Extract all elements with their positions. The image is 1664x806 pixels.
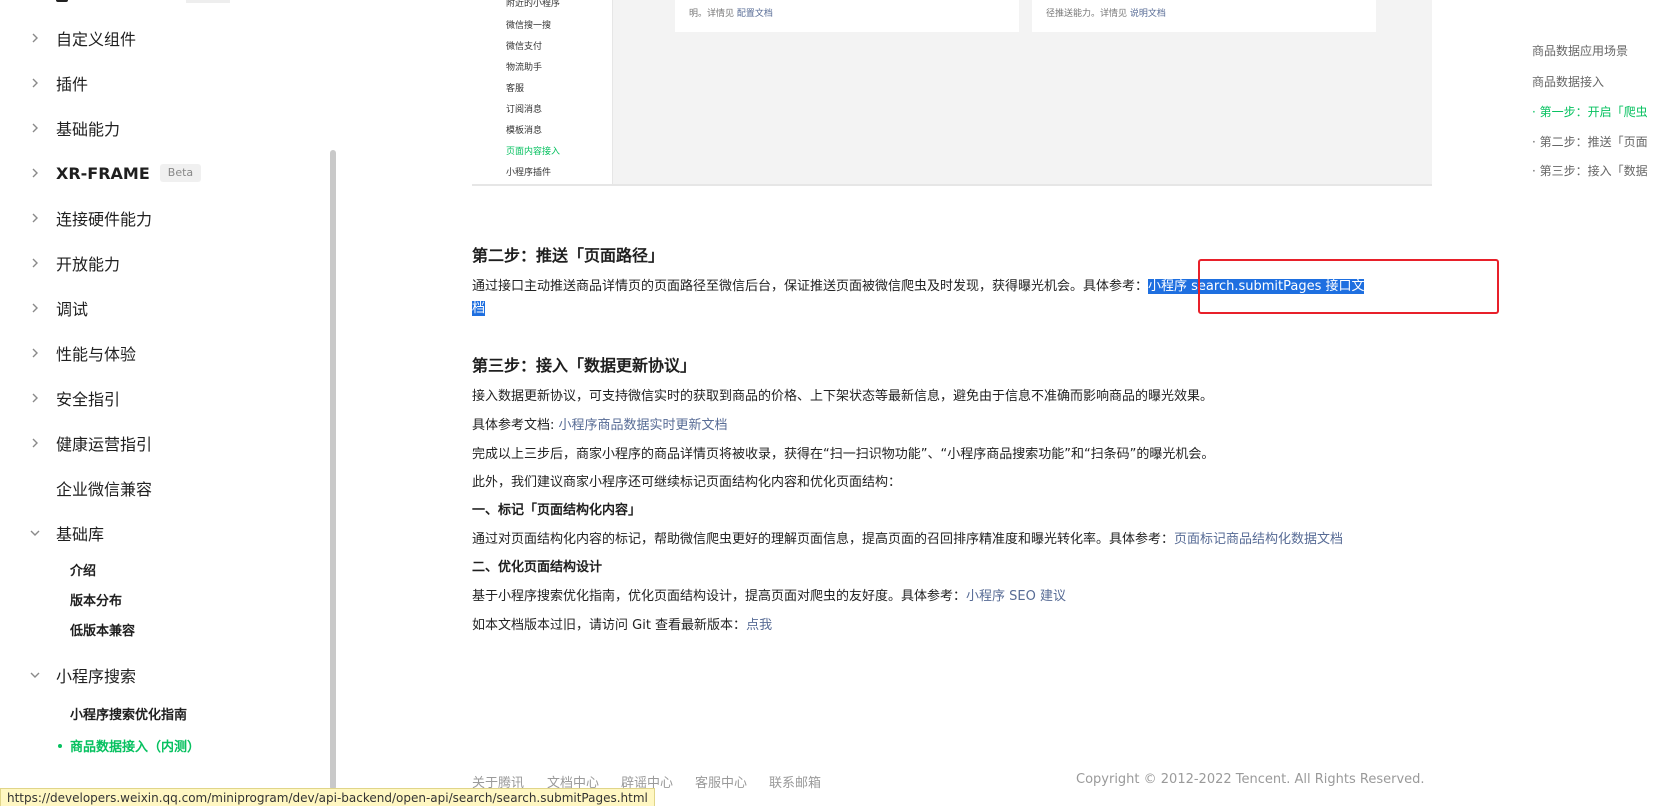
- git-paragraph: 如本文档版本过旧，请访问 Git 查看最新版本：点我: [472, 618, 773, 633]
- sidebar-item-health-ops[interactable]: 健康运营指引: [0, 423, 320, 463]
- cut-off-text: [56, 0, 68, 2]
- sidebar-item-label: 插件: [56, 75, 89, 94]
- sidebar-item-label: 连接硬件能力: [56, 210, 153, 229]
- embedded-card-text: 径推送能力。详情见 说明文档: [1046, 9, 1166, 19]
- embedded-side-item: 微信支付: [506, 42, 543, 52]
- sidebar-item-label: 安全指引: [56, 390, 121, 409]
- submit-pages-doc-link-wrap[interactable]: 档: [472, 301, 486, 316]
- footer-link-email[interactable]: 联系邮箱: [769, 772, 821, 791]
- toc-item-data-access[interactable]: 商品数据接入: [1532, 73, 1604, 90]
- embedded-side-item: 附近的小程序: [506, 0, 561, 9]
- sidebar-item-debug[interactable]: 调试: [0, 288, 320, 328]
- sidebar-subitem-product-data[interactable]: 商品数据接入（内测）: [70, 736, 200, 755]
- cut-off-badge: [186, 0, 230, 3]
- sidebar-item-label: 健康运营指引: [56, 435, 153, 454]
- sidebar-subitem-intro[interactable]: 介绍: [70, 560, 96, 579]
- chevron-right-icon: [28, 211, 42, 225]
- embedded-side-item: 客服: [506, 84, 525, 94]
- sidebar-item-custom-components[interactable]: 自定义组件: [0, 18, 320, 58]
- realtime-update-doc-link[interactable]: 小程序商品数据实时更新文档: [559, 418, 728, 433]
- step3-paragraph: 接入数据更新协议，可支持微信实时的获取到商品的价格、上下架状态等最新信息，避免由…: [472, 389, 1214, 404]
- sidebar-subitem-version-distribution[interactable]: 版本分布: [70, 590, 122, 609]
- embedded-card: 径推送能力。详情见 说明文档: [1032, 0, 1376, 32]
- toc-item-scenarios[interactable]: 商品数据应用场景: [1532, 42, 1628, 59]
- active-dot-icon: [58, 744, 62, 748]
- chevron-right-icon: [28, 121, 42, 135]
- embedded-screenshot: 附近的小程序 微信搜一搜 微信支付 物流助手 客服 订阅消息 模板消息 页面内容…: [472, 0, 1432, 186]
- seo-suggestion-link[interactable]: 小程序 SEO 建议: [966, 589, 1066, 604]
- embedded-side-item: 订阅消息: [506, 105, 543, 115]
- git-link[interactable]: 点我: [746, 618, 772, 633]
- opt-heading: 二、优化页面结构设计: [472, 560, 603, 575]
- chevron-right-icon: [28, 256, 42, 270]
- sidebar-item-security[interactable]: 安全指引: [0, 378, 320, 418]
- sidebar-subitem-search-guide[interactable]: 小程序搜索优化指南: [70, 704, 187, 723]
- mark-heading: 一、标记「页面结构化内容」: [472, 503, 642, 518]
- sidebar-item-performance[interactable]: 性能与体验: [0, 333, 320, 373]
- sidebar-scrollbar[interactable]: [330, 150, 336, 790]
- embedded-side-item: 模板消息: [506, 126, 543, 136]
- suggest-paragraph: 此外，我们建议商家小程序还可继续标记页面结构化内容和优化页面结构：: [472, 475, 902, 490]
- sidebar-item-wecom[interactable]: 企业微信兼容: [0, 468, 320, 508]
- opt-paragraph: 基于小程序搜索优化指南，优化页面结构设计，提高页面对爬虫的友好度。具体参考：小程…: [472, 589, 1066, 604]
- toc-item-step1[interactable]: · 第一步：开启「爬虫: [1532, 103, 1648, 120]
- chevron-right-icon: [28, 391, 42, 405]
- sidebar-item-label: 基础能力: [56, 120, 121, 139]
- toc-item-step2[interactable]: · 第二步：推送「页面: [1532, 133, 1648, 150]
- sidebar-item-label: 自定义组件: [56, 30, 137, 49]
- sidebar-item-mp-search[interactable]: 小程序搜索: [0, 655, 320, 695]
- embedded-side-item-active: 页面内容接入: [506, 147, 561, 157]
- sidebar-item-label: XR-FRAME Beta: [56, 163, 202, 183]
- sidebar-item-label: 小程序搜索: [56, 667, 137, 686]
- copyright-text: Copyright © 2012-2022 Tencent. All Right…: [1076, 772, 1425, 787]
- chevron-down-icon: [28, 526, 42, 540]
- sidebar-item-base-library[interactable]: 基础库: [0, 513, 320, 553]
- sidebar-item-label: 开放能力: [56, 255, 121, 274]
- sidebar-item-xr-frame[interactable]: XR-FRAME Beta: [0, 153, 320, 193]
- sidebar-item-label: 调试: [56, 300, 89, 319]
- footer-link-service[interactable]: 客服中心: [695, 772, 747, 791]
- sidebar-item-plugins[interactable]: 插件: [0, 63, 320, 103]
- sidebar-item-label: 企业微信兼容: [56, 480, 153, 499]
- beta-badge: Beta: [159, 164, 202, 182]
- sidebar-item-basic-capabilities[interactable]: 基础能力: [0, 108, 320, 148]
- embedded-card-text: 明。详情见 配置文档: [689, 9, 773, 19]
- sidebar-item-text: XR-FRAME: [56, 163, 150, 183]
- complete-paragraph: 完成以上三步后，商家小程序的商品详情页将被收录，获得在“扫一扫识物功能”、“小程…: [472, 447, 1215, 462]
- chevron-down-icon: [28, 668, 42, 682]
- mark-paragraph: 通过对页面结构化内容的标记，帮助微信爬虫更好的理解页面信息，提高页面的召回排序精…: [472, 532, 1344, 547]
- embedded-card: 明。详情见 配置文档: [675, 0, 1019, 32]
- structured-data-doc-link[interactable]: 页面标记商品结构化数据文档: [1174, 532, 1343, 547]
- sidebar-subitem-compat[interactable]: 低版本兼容: [70, 620, 135, 639]
- step3-heading: 第三步：接入「数据更新协议」: [472, 356, 697, 375]
- sidebar: 自定义组件 插件 基础能力 XR-FRAME Beta 连接硬件能力 开放能力: [0, 0, 330, 806]
- chevron-right-icon: [28, 346, 42, 360]
- embedded-side-item: 微信搜一搜: [506, 21, 552, 31]
- step2-heading: 第二步：推送「页面路径」: [472, 246, 665, 265]
- sidebar-item-open-capabilities[interactable]: 开放能力: [0, 243, 320, 283]
- embedded-sidebar: 附近的小程序 微信搜一搜 微信支付 物流助手 客服 订阅消息 模板消息 页面内容…: [472, 0, 613, 186]
- highlight-box: [1198, 259, 1499, 314]
- embedded-side-item: 小程序插件: [506, 168, 552, 178]
- embedded-divider: [472, 184, 1432, 186]
- sidebar-item-label: 基础库: [56, 525, 105, 544]
- page-root: 自定义组件 插件 基础能力 XR-FRAME Beta 连接硬件能力 开放能力: [0, 0, 1664, 806]
- reference-line: 具体参考文档: 小程序商品数据实时更新文档: [472, 418, 728, 433]
- status-bar-url: https://developers.weixin.qq.com/minipro…: [0, 788, 655, 806]
- chevron-right-icon: [28, 436, 42, 450]
- sidebar-item-hardware[interactable]: 连接硬件能力: [0, 198, 320, 238]
- chevron-right-icon: [28, 166, 42, 180]
- chevron-right-icon: [28, 301, 42, 315]
- sidebar-item-label: 性能与体验: [56, 345, 137, 364]
- toc-item-step3[interactable]: · 第三步：接入「数据: [1532, 162, 1648, 179]
- chevron-right-icon: [28, 76, 42, 90]
- chevron-right-icon: [28, 31, 42, 45]
- embedded-side-item: 物流助手: [506, 63, 543, 73]
- step2-paragraph-wrap: 档: [472, 297, 486, 316]
